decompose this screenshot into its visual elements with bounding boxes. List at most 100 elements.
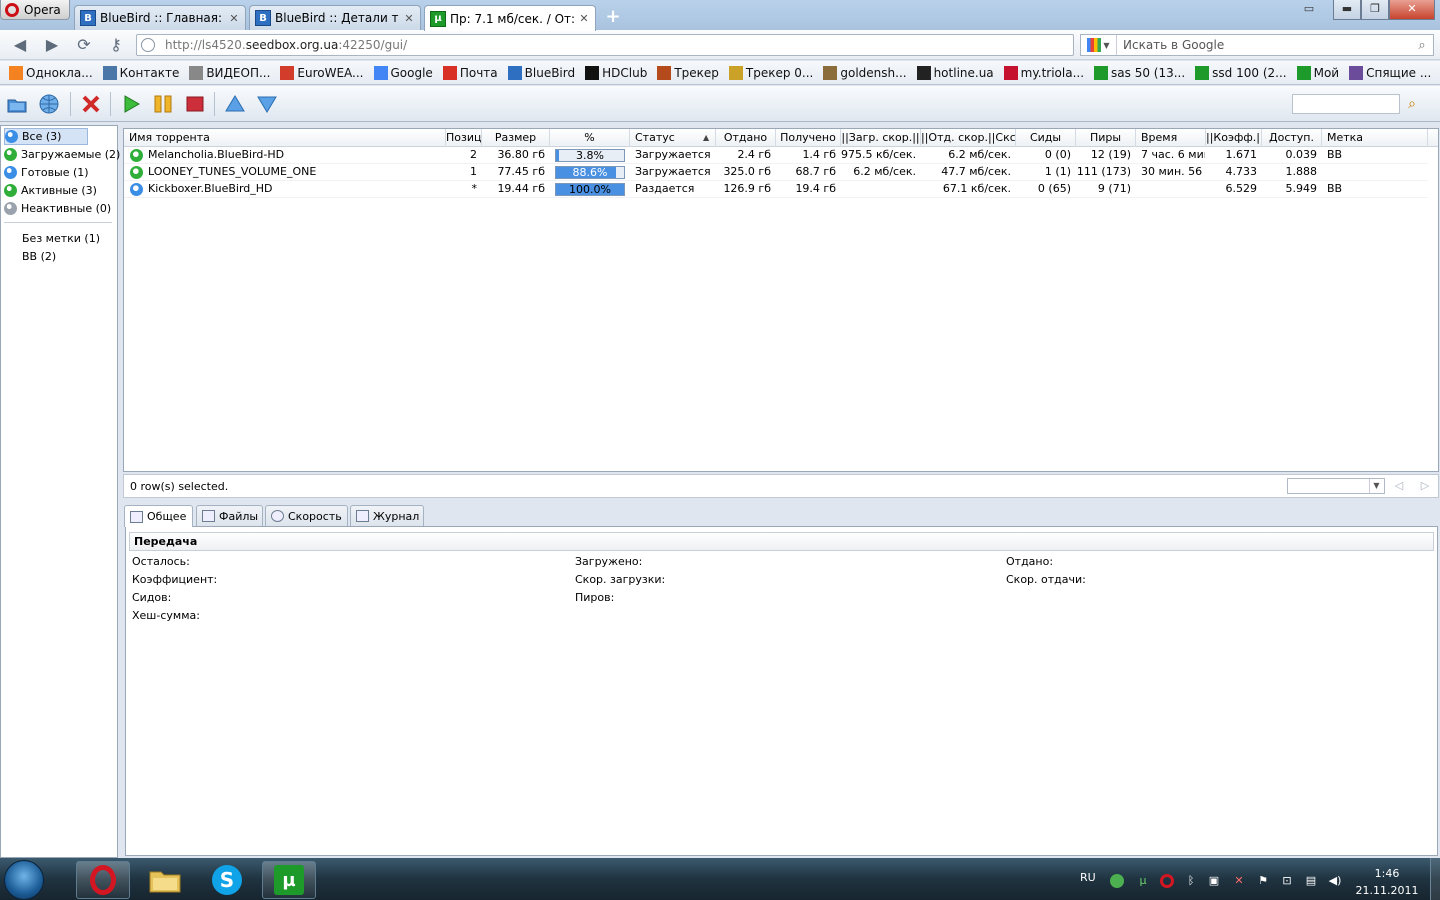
taskbar-utorrent[interactable]: µ [262,861,316,899]
back-icon[interactable]: ◀ [8,34,32,56]
globe-icon [141,38,155,52]
column-header[interactable]: Получено [776,129,841,147]
taskbar-skype[interactable]: S [200,861,254,899]
column-header[interactable]: Сиды [1016,129,1076,147]
bluetooth-icon[interactable]: ᛒ [1184,874,1198,888]
close-window-button[interactable]: ✕ [1389,0,1435,20]
column-header[interactable]: Пиры [1076,129,1136,147]
category-icon [4,184,17,197]
sidebar-label-item[interactable]: BB (2) [22,250,56,263]
language-indicator[interactable]: RU [1080,871,1096,884]
close-icon[interactable]: ✕ [578,12,590,25]
start-icon[interactable] [118,91,144,117]
sidebar-label-item[interactable]: Без метки (1) [22,232,100,245]
filter-input[interactable] [1292,94,1400,114]
tray-flag-icon[interactable]: ⚑ [1256,874,1270,888]
filter-search-icon[interactable]: ⌕ [1400,94,1424,114]
move-up-icon[interactable] [222,91,248,117]
close-icon[interactable]: ✕ [228,12,240,25]
bookmark-item[interactable]: hotline.ua [912,65,999,80]
move-down-icon[interactable] [254,91,280,117]
bookmark-item[interactable]: Однокла... [4,65,98,80]
column-header[interactable]: Время [1136,129,1206,147]
reload-icon[interactable]: ⟳ [72,34,96,56]
start-button[interactable] [4,860,44,900]
sidebar-category-item[interactable]: Готовые (1) [4,164,93,181]
column-header[interactable]: Метка [1322,129,1428,147]
google-search-engine-icon[interactable]: ▼ [1081,35,1117,55]
prev-page-icon[interactable]: ◁ [1392,478,1406,494]
maximize-button[interactable]: ❐ [1361,0,1389,20]
bookmark-item[interactable]: ВИДЕОП... [184,65,275,80]
bookmark-item[interactable]: Спящие ... [1344,65,1436,80]
tray-app-icon[interactable] [1110,874,1124,888]
tray-network-icon[interactable]: ✕ [1232,874,1246,888]
next-page-icon[interactable]: ▷ [1418,478,1432,494]
column-header[interactable]: ||Загр. скор.|| [841,129,921,147]
close-icon[interactable]: ✕ [403,12,415,25]
stop-icon[interactable] [182,91,208,117]
new-tab-button[interactable]: + [600,6,626,28]
browser-tab-3[interactable]: µ Пр: 7.1 мб/сек. / От: 5... ✕ [424,5,596,31]
tab-log[interactable]: Журнал [350,505,424,526]
column-header[interactable]: % [550,129,630,147]
bookmark-item[interactable]: Трекер [652,65,724,80]
bookmark-item[interactable]: my.triola... [999,65,1089,80]
key-icon[interactable]: ⚷ [104,34,128,56]
add-url-icon[interactable] [36,91,62,117]
bookmark-item[interactable]: PictureSh... [1436,66,1440,80]
tab-list-icon[interactable]: ▭ [1294,0,1324,20]
tray-monitor-icon[interactable]: ⊡ [1280,874,1294,888]
bookmark-item[interactable]: HDClub [580,65,652,80]
cell-uploaded: 2.4 гб [737,148,771,161]
bookmark-item[interactable]: goldensh... [818,65,911,80]
category-label: Загружаемые (2) [21,148,121,161]
tray-monitor-icon[interactable]: ▣ [1207,874,1221,888]
sidebar-category-item[interactable]: Все (3) [4,128,88,145]
tab-general[interactable]: Общее [124,505,193,527]
tray-opera-icon[interactable] [1160,874,1174,888]
cell-avail: 1.888 [1285,165,1318,178]
volume-icon[interactable]: ◀) [1328,874,1342,888]
taskbar-opera[interactable] [76,861,130,899]
add-torrent-icon[interactable] [4,91,30,117]
address-bar[interactable]: http://ls4520. seedbox.org.ua:42250/gui/ [136,34,1074,56]
search-field[interactable]: ▼ Искать в Google ⌕ [1080,34,1434,56]
bookmark-item[interactable]: Контакте [98,65,185,80]
column-header[interactable]: Размер [482,129,550,147]
column-header[interactable]: Позиц [446,129,482,147]
bookmark-item[interactable]: EuroWEA... [275,65,368,80]
column-header[interactable]: ||Коэфф.|| [1206,129,1262,147]
column-header[interactable]: ||Отд. скор.||Скс [921,129,1016,147]
forward-icon[interactable]: ▶ [40,34,64,56]
bookmark-item[interactable]: ssd 100 (2... [1190,65,1291,80]
chevron-down-icon[interactable]: ▼ [1369,479,1383,493]
remove-icon[interactable] [78,91,104,117]
tab-files[interactable]: Файлы [196,505,263,526]
bookmark-item[interactable]: Почта [438,65,503,80]
bookmark-item[interactable]: sas 50 (13... [1089,65,1190,80]
minimize-button[interactable]: ▬ [1333,0,1361,20]
browser-tab-1[interactable]: B BlueBird :: Главная: ск... ✕ [74,5,246,30]
column-header[interactable]: Отдано [716,129,776,147]
network-icon[interactable]: ▤ [1304,874,1318,888]
tab-speed[interactable]: Скорость [265,505,348,526]
opera-menu-button[interactable]: Opera [0,0,70,20]
bookmark-item[interactable]: Google [369,65,438,80]
bookmark-item[interactable]: Мой [1292,65,1345,80]
pause-icon[interactable] [150,91,176,117]
sidebar-category-item[interactable]: Активные (3) [4,182,101,199]
sidebar-category-item[interactable]: Загружаемые (2) [4,146,124,163]
system-clock[interactable]: 1:46 21.11.2011 [1352,865,1422,899]
sidebar-category-item[interactable]: Неактивные (0) [4,200,115,217]
utorrent-toolbar [0,86,1440,122]
browser-tab-2[interactable]: B BlueBird :: Детали тор... ✕ [249,5,421,30]
search-icon[interactable]: ⌕ [1411,38,1433,53]
show-desktop-button[interactable] [1430,858,1440,900]
column-header[interactable]: Доступ. [1262,129,1322,147]
tray-utorrent-icon[interactable]: µ [1136,874,1150,888]
bookmark-item[interactable]: BlueBird [503,65,580,80]
column-header[interactable]: Имя торрента [124,129,446,147]
bookmark-item[interactable]: Трекер 0... [724,65,818,80]
taskbar-explorer[interactable] [138,861,192,899]
